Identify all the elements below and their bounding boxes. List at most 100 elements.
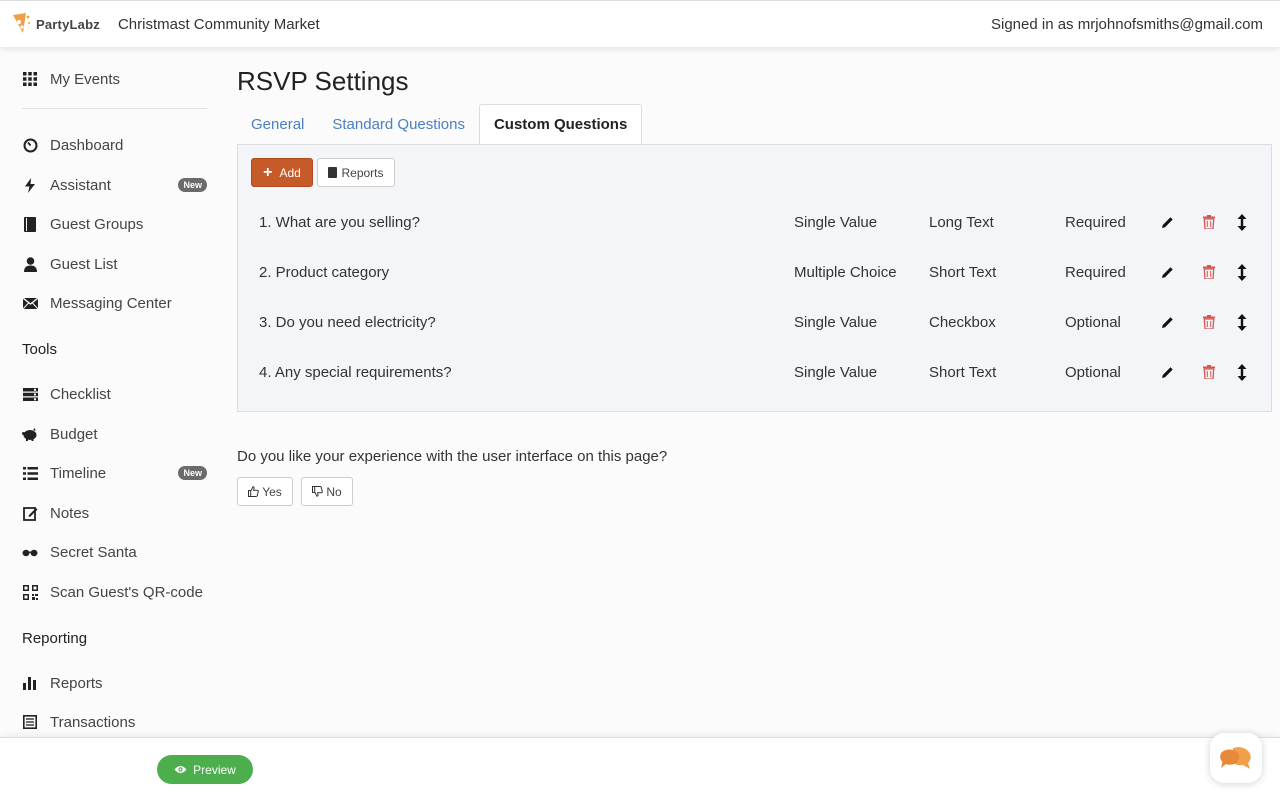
question-row: 4. Any special requirements? Single Valu… xyxy=(238,347,1271,397)
move-vertical-icon[interactable] xyxy=(1234,197,1250,247)
question-row: 1. What are you selling? Single Value Lo… xyxy=(238,197,1271,247)
sidebar-item-timeline[interactable]: Timeline New xyxy=(22,460,207,486)
sidebar-item-messaging-center[interactable]: Messaging Center xyxy=(22,290,207,316)
feedback-no-button[interactable]: No xyxy=(301,477,353,506)
thumbs-down-icon xyxy=(312,486,324,497)
page-title: RSVP Settings xyxy=(237,66,409,96)
bar-chart-icon xyxy=(22,675,38,691)
list-icon xyxy=(22,465,38,481)
sidebar-item-guest-list[interactable]: Guest List xyxy=(22,251,207,277)
sidebar-item-transactions[interactable]: Transactions xyxy=(22,709,207,735)
question-type: Short Text xyxy=(929,363,997,381)
eye-icon xyxy=(174,765,187,774)
user-icon xyxy=(22,256,38,272)
reports-button[interactable]: Reports xyxy=(317,158,395,187)
new-badge: New xyxy=(178,466,207,480)
bolt-icon xyxy=(22,177,38,193)
book-icon xyxy=(22,216,38,232)
brand-logo[interactable]: PartyLabz xyxy=(10,11,100,37)
trash-icon[interactable] xyxy=(1201,297,1217,347)
sidebar-item-budget[interactable]: Budget xyxy=(22,421,207,447)
pencil-icon[interactable] xyxy=(1159,297,1175,347)
footer-bar: Preview xyxy=(0,737,1280,800)
sidebar-item-scan-qr[interactable]: Scan Guest's QR-code xyxy=(22,579,207,605)
reporting-section-title: Reporting xyxy=(22,630,88,647)
question-type: Long Text xyxy=(929,213,994,231)
sidebar-item-notes[interactable]: Notes xyxy=(22,500,207,526)
book-icon xyxy=(328,167,338,178)
logo-icon xyxy=(10,11,32,37)
piggy-bank-icon xyxy=(22,426,38,442)
sidebar-item-label: Reports xyxy=(50,674,103,692)
reports-button-label: Reports xyxy=(341,165,384,180)
chat-bubbles-icon xyxy=(1219,744,1253,772)
sidebar-item-label: Guest List xyxy=(50,255,118,273)
tab-general[interactable]: General xyxy=(237,104,318,145)
question-title: 2. Product category xyxy=(259,263,390,281)
qrcode-icon xyxy=(22,584,38,600)
sidebar-item-label: Timeline xyxy=(50,464,107,482)
feedback-yes-button[interactable]: Yes xyxy=(237,477,293,506)
question-row: 3. Do you need electricity? Single Value… xyxy=(238,297,1271,347)
tab-custom-questions[interactable]: Custom Questions xyxy=(478,104,643,145)
sunglasses-icon xyxy=(22,544,38,560)
sidebar-item-label: Messaging Center xyxy=(50,294,172,312)
logo-text: PartyLabz xyxy=(36,16,100,32)
preview-button[interactable]: Preview xyxy=(157,755,253,784)
question-title: 1. What are you selling? xyxy=(259,213,420,231)
trash-icon[interactable] xyxy=(1201,197,1217,247)
question-mode: Single Value xyxy=(794,313,878,331)
question-mode: Multiple Choice xyxy=(794,263,897,281)
sidebar-item-label: My Events xyxy=(50,70,121,88)
plus-icon: + xyxy=(263,163,273,181)
pencil-icon[interactable] xyxy=(1159,197,1175,247)
trash-icon[interactable] xyxy=(1201,347,1217,397)
sidebar: My Events Dashboard Assistant New Guest … xyxy=(0,47,222,737)
question-mode: Single Value xyxy=(794,213,878,231)
sidebar-item-secret-santa[interactable]: Secret Santa xyxy=(22,539,207,565)
chat-widget-button[interactable] xyxy=(1210,733,1262,783)
no-label: No xyxy=(326,484,342,499)
move-vertical-icon[interactable] xyxy=(1234,297,1250,347)
sidebar-item-dashboard[interactable]: Dashboard xyxy=(22,132,207,158)
tab-standard-questions[interactable]: Standard Questions xyxy=(318,104,479,145)
feedback-question: Do you like your experience with the use… xyxy=(237,448,668,465)
envelope-icon xyxy=(22,295,38,311)
question-required: Required xyxy=(1065,213,1126,231)
question-required: Optional xyxy=(1065,313,1121,331)
ledger-icon xyxy=(22,714,38,730)
sidebar-item-label: Scan Guest's QR-code xyxy=(50,583,203,601)
signed-in-status[interactable]: Signed in as mrjohnofsmiths@gmail.com xyxy=(991,16,1263,33)
sidebar-item-guest-groups[interactable]: Guest Groups xyxy=(22,211,207,237)
sidebar-item-label: Checklist xyxy=(50,385,111,403)
checklist-icon xyxy=(22,386,38,402)
tools-section-title: Tools xyxy=(22,341,58,358)
grid-icon xyxy=(22,71,38,87)
pencil-icon[interactable] xyxy=(1159,347,1175,397)
sidebar-item-label: Secret Santa xyxy=(50,543,137,561)
question-type: Short Text xyxy=(929,263,997,281)
question-row: 2. Product category Multiple Choice Shor… xyxy=(238,247,1271,297)
sidebar-item-checklist[interactable]: Checklist xyxy=(22,381,207,407)
new-badge: New xyxy=(178,178,207,192)
sidebar-item-reports[interactable]: Reports xyxy=(22,670,207,696)
sidebar-item-label: Dashboard xyxy=(50,136,124,154)
sidebar-divider xyxy=(22,108,207,109)
thumbs-up-icon xyxy=(248,486,259,497)
add-button-label: Add xyxy=(279,165,301,180)
question-mode: Single Value xyxy=(794,363,878,381)
custom-questions-panel: + Add Reports 1. What are you selling? S… xyxy=(237,144,1272,412)
sidebar-item-my-events[interactable]: My Events xyxy=(22,66,207,92)
trash-icon[interactable] xyxy=(1201,247,1217,297)
dashboard-icon xyxy=(22,137,38,153)
sidebar-item-label: Guest Groups xyxy=(50,215,144,233)
settings-tabs: General Standard Questions Custom Questi… xyxy=(237,104,643,145)
question-required: Optional xyxy=(1065,363,1121,381)
move-vertical-icon[interactable] xyxy=(1234,347,1250,397)
question-title: 3. Do you need electricity? xyxy=(259,313,436,331)
sidebar-item-assistant[interactable]: Assistant New xyxy=(22,172,207,198)
add-question-button[interactable]: + Add xyxy=(251,158,313,187)
move-vertical-icon[interactable] xyxy=(1234,247,1250,297)
sidebar-item-label: Notes xyxy=(50,504,90,522)
pencil-icon[interactable] xyxy=(1159,247,1175,297)
